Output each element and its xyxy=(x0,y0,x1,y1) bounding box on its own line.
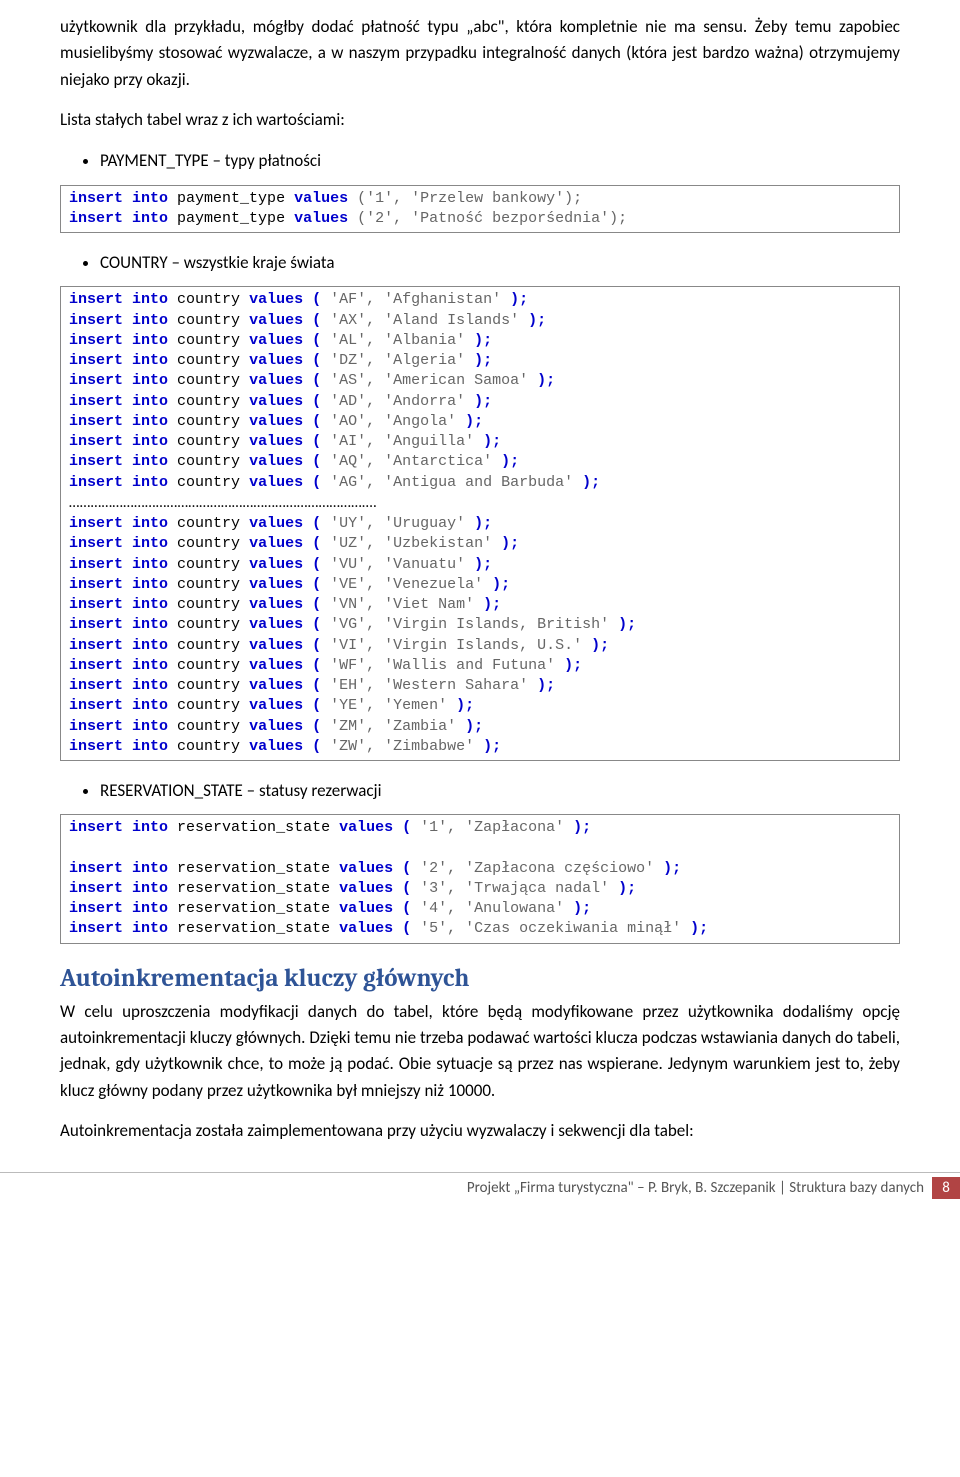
bullet-list-1: PAYMENT_TYPE – typy płatności xyxy=(100,147,900,174)
footer-page-number: 8 xyxy=(932,1177,960,1199)
list-intro: Lista stałych tabel wraz z ich wartościa… xyxy=(60,107,900,133)
code-block-payment-type: insert into payment_type values ('1', 'P… xyxy=(60,185,900,234)
page-footer: Projekt „Firma turystyczna" – P. Bryk, B… xyxy=(0,1172,960,1199)
section-paragraph-2: Autoinkrementacja została zaimplementowa… xyxy=(60,1118,900,1144)
bullet-payment-type: PAYMENT_TYPE – typy płatności xyxy=(100,147,900,174)
bullet-country: COUNTRY – wszystkie kraje świata xyxy=(100,249,900,276)
code-block-reservation-state: insert into reservation_state values ( '… xyxy=(60,814,900,944)
code-block-country: insert into country values ( 'AF', 'Afgh… xyxy=(60,286,900,761)
bullet-reservation-state: RESERVATION_STATE – statusy rezerwacji xyxy=(100,777,900,804)
footer-text: Projekt „Firma turystyczna" – P. Bryk, B… xyxy=(60,1177,932,1199)
section-paragraph-1: W celu uproszczenia modyfikacji danych d… xyxy=(60,999,900,1104)
intro-paragraph: użytkownik dla przykładu, mógłby dodać p… xyxy=(60,14,900,93)
bullet-list-2: COUNTRY – wszystkie kraje świata xyxy=(100,249,900,276)
bullet-list-3: RESERVATION_STATE – statusy rezerwacji xyxy=(100,777,900,804)
section-heading: Autoinkrementacja kluczy głównych xyxy=(60,964,900,993)
